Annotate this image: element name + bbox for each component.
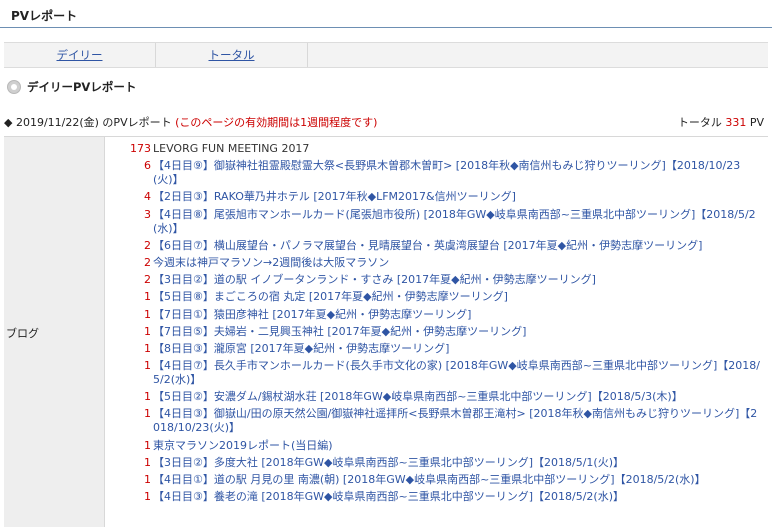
- total-unit: PV: [749, 116, 764, 129]
- tab-total[interactable]: トータル: [156, 43, 308, 67]
- table-row: 1 【7日目⑤】夫婦岩・二見興玉神社 [2017年夏◆紀州・伊勢志摩ツーリング]: [111, 325, 761, 339]
- pv-count: 173: [130, 142, 151, 155]
- table-row: 1 【4日目①】道の駅 月見の里 南濃(朝) [2018年GW◆岐阜県南西部~三重…: [111, 473, 761, 487]
- article-link[interactable]: 今週末は神戸マラソン→2週間後は大阪マラソン: [153, 256, 389, 270]
- table-row: 3 【4日目⑧】尾張旭市マンホールカード(尾張旭市役所) [2018年GW◆岐阜県…: [111, 208, 761, 236]
- article-link[interactable]: 【4日目⑧】尾張旭市マンホールカード(尾張旭市役所) [2018年GW◆岐阜県南…: [153, 208, 761, 236]
- section-heading: デイリーPVレポート: [7, 78, 136, 96]
- report-date: ◆ 2019/11/22(金) のPVレポート: [4, 116, 172, 129]
- total-value: 331: [725, 116, 747, 129]
- table-row: 4 【2日目③】RAKO華乃井ホテル [2017年秋◆LFM2017&信州ツーリン…: [111, 190, 761, 204]
- table-row: 2 今週末は神戸マラソン→2週間後は大阪マラソン: [111, 256, 761, 270]
- page-title: PVレポート: [11, 9, 78, 23]
- pv-count: 1: [144, 390, 151, 404]
- pv-count: 4: [144, 190, 151, 204]
- article-link[interactable]: 【4日目①】道の駅 月見の里 南濃(朝) [2018年GW◆岐阜県南西部~三重県…: [153, 473, 706, 487]
- pv-count: 1: [144, 290, 151, 304]
- table-row: 1 【8日目③】瀧原宮 [2017年夏◆紀州・伊勢志摩ツーリング]: [111, 342, 761, 356]
- article-link[interactable]: 【3日目②】道の駅 イノブータンランド・すさみ [2017年夏◆紀州・伊勢志摩ツ…: [153, 273, 596, 287]
- report-table: ブログ 173 LEVORG FUN MEETING 2017 6 【4日目⑨】御嶽神…: [4, 136, 768, 527]
- table-row: 1 【5日目②】安濃ダム/錫杖湖水荘 [2018年GW◆岐阜県南西部~三重県北中部…: [111, 390, 761, 404]
- article-link[interactable]: 【2日目③】RAKO華乃井ホテル [2017年秋◆LFM2017&信州ツーリング…: [153, 190, 516, 204]
- report-notice: (このページの有効期間は1週間程度です): [175, 116, 378, 129]
- table-row: 173 LEVORG FUN MEETING 2017: [111, 142, 761, 156]
- table-row: 1 【7日目①】猿田彦神社 [2017年夏◆紀州・伊勢志摩ツーリング]: [111, 308, 761, 322]
- pv-count: 1: [144, 324, 151, 338]
- article-link[interactable]: 【4日目③】養老の滝 [2018年GW◆岐阜県南西部~三重県北中部ツーリング]【…: [153, 490, 624, 504]
- pv-count: 2: [144, 255, 151, 269]
- article-link[interactable]: LEVORG FUN MEETING 2017: [153, 142, 309, 156]
- report-summary: ◆ 2019/11/22(金) のPVレポート (このページの有効期間は1週間程…: [4, 114, 764, 130]
- report-rows: 173 LEVORG FUN MEETING 2017 6 【4日目⑨】御嶽神社祖霊殿…: [111, 142, 761, 507]
- tab-daily[interactable]: デイリー: [4, 43, 156, 67]
- article-link[interactable]: 東京マラソン2019レポート(当日編): [153, 439, 333, 453]
- pv-count: 2: [144, 238, 151, 252]
- pv-count: 1: [144, 359, 151, 373]
- category-label: ブログ: [6, 327, 39, 340]
- article-link[interactable]: 【4日目⑦】長久手市マンホールカード(長久手市文化の家) [2018年GW◆岐阜…: [153, 359, 761, 387]
- page-header: PVレポート: [0, 0, 772, 28]
- article-link[interactable]: 【5日目⑧】まごころの宿 丸定 [2017年夏◆紀州・伊勢志摩ツーリング]: [153, 290, 508, 304]
- pv-count: 1: [144, 438, 151, 452]
- table-row: 1 【3日目②】多度大社 [2018年GW◆岐阜県南西部~三重県北中部ツーリング]…: [111, 456, 761, 470]
- total-label: トータル: [677, 116, 722, 129]
- article-link[interactable]: 【3日目②】多度大社 [2018年GW◆岐阜県南西部~三重県北中部ツーリング]【…: [153, 456, 624, 470]
- pv-count: 1: [144, 473, 151, 486]
- pv-count: 1: [144, 455, 151, 469]
- table-row: 1 【4日目③】養老の滝 [2018年GW◆岐阜県南西部~三重県北中部ツーリング]…: [111, 490, 761, 504]
- table-row: 2 【3日目②】道の駅 イノブータンランド・すさみ [2017年夏◆紀州・伊勢志摩…: [111, 273, 761, 287]
- table-row: 1 【4日目③】御嶽山/田の原天然公園/御嶽神社遥拝所<長野県木曽郡王滝村> [2…: [111, 407, 761, 435]
- pv-count: 2: [144, 273, 151, 287]
- table-row: 6 【4日目⑨】御嶽神社祖霊殿慰霊大祭<長野県木曽郡木曽町> [2018年秋◆南信…: [111, 159, 761, 187]
- article-link[interactable]: 【4日目⑨】御嶽神社祖霊殿慰霊大祭<長野県木曽郡木曽町> [2018年秋◆南信州…: [153, 159, 761, 187]
- category-cell: ブログ: [4, 137, 105, 527]
- pv-count: 3: [144, 207, 151, 221]
- table-row: 1 東京マラソン2019レポート(当日編): [111, 439, 761, 453]
- article-link[interactable]: 【8日目③】瀧原宮 [2017年夏◆紀州・伊勢志摩ツーリング]: [153, 342, 449, 356]
- pv-count: 6: [144, 159, 151, 173]
- report-tabs: デイリー トータル: [4, 42, 768, 68]
- table-row: 1 【4日目⑦】長久手市マンホールカード(長久手市文化の家) [2018年GW◆岐…: [111, 359, 761, 387]
- article-link[interactable]: 【4日目③】御嶽山/田の原天然公園/御嶽神社遥拝所<長野県木曽郡王滝村> [20…: [153, 407, 761, 435]
- section-label: デイリーPVレポート: [27, 80, 137, 94]
- article-link[interactable]: 【7日目①】猿田彦神社 [2017年夏◆紀州・伊勢志摩ツーリング]: [153, 308, 471, 322]
- pv-count: 1: [144, 307, 151, 321]
- article-link[interactable]: 【7日目⑤】夫婦岩・二見興玉神社 [2017年夏◆紀州・伊勢志摩ツーリング]: [153, 325, 526, 339]
- table-row: 1 【5日目⑧】まごころの宿 丸定 [2017年夏◆紀州・伊勢志摩ツーリング]: [111, 290, 761, 304]
- article-link[interactable]: 【6日目⑦】横山展望台・パノラマ展望台・見晴展望台・英虞湾展望台 [2017年夏…: [153, 239, 702, 253]
- pv-count: 1: [144, 341, 151, 355]
- pv-count: 1: [144, 407, 151, 421]
- table-row: 2 【6日目⑦】横山展望台・パノラマ展望台・見晴展望台・英虞湾展望台 [2017年…: [111, 239, 761, 253]
- article-link[interactable]: 【5日目②】安濃ダム/錫杖湖水荘 [2018年GW◆岐阜県南西部~三重県北中部ツ…: [153, 390, 683, 404]
- radio-bullet-icon: [7, 80, 21, 94]
- pv-count: 1: [144, 490, 151, 504]
